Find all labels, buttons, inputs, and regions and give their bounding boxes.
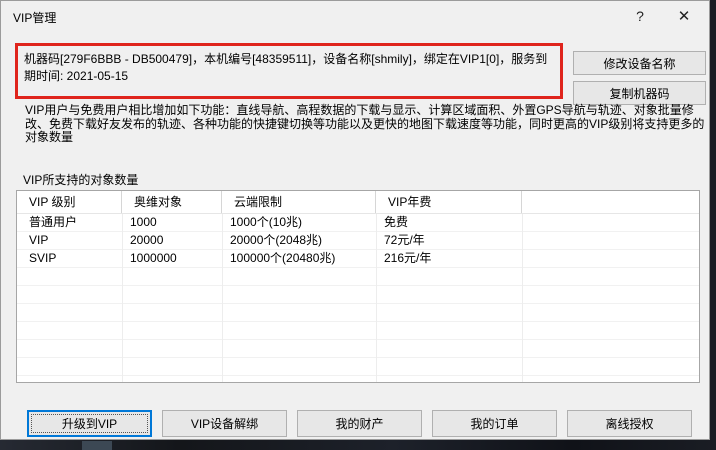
column-header-cloud-limit[interactable]: 云端限制: [222, 191, 376, 213]
cell-cloud: 1000个(10兆): [222, 214, 376, 231]
cell-empty: [522, 214, 699, 231]
vip-levels-table: VIP 级别 奥维对象 云端限制 VIP年费 普通用户 1000 1000个(1…: [16, 190, 700, 383]
cell-fee: 免费: [376, 214, 522, 231]
my-assets-button[interactable]: 我的财产: [297, 410, 422, 437]
vip-management-dialog: VIP管理 ? ✕ 机器码[279F6BBB - DB500479]，本机编号[…: [0, 0, 710, 440]
cell-cloud: 20000个(2048兆): [222, 232, 376, 249]
vip-feature-description: VIP用户与免费用户相比增加如下功能：直线导航、高程数据的下载与显示、计算区域面…: [25, 104, 707, 145]
table-header-row: VIP 级别 奥维对象 云端限制 VIP年费: [17, 191, 699, 214]
table-row-svip[interactable]: SVIP 1000000 100000个(20480兆) 216元/年: [17, 250, 699, 268]
cell-fee: 216元/年: [376, 250, 522, 267]
column-header-ovi-objects[interactable]: 奥维对象: [122, 191, 222, 213]
cell-empty: [522, 250, 699, 267]
table-row-vip[interactable]: VIP 20000 20000个(2048兆) 72元/年: [17, 232, 699, 250]
machine-info-highlight-box: 机器码[279F6BBB - DB500479]，本机编号[48359511]，…: [15, 43, 563, 99]
offline-authorization-button[interactable]: 离线授权: [567, 410, 692, 437]
copy-machine-code-button[interactable]: 复制机器码: [573, 81, 706, 105]
table-gridline: [522, 214, 523, 382]
cell-fee: 72元/年: [376, 232, 522, 249]
help-button[interactable]: ?: [623, 1, 657, 31]
cell-objects: 1000000: [122, 250, 222, 267]
titlebar[interactable]: VIP管理 ? ✕: [1, 1, 709, 31]
upgrade-to-vip-button[interactable]: 升级到VIP: [27, 410, 152, 437]
cell-level: SVIP: [17, 250, 122, 267]
column-header-empty: [522, 191, 699, 213]
background-map-fragment: [82, 441, 112, 450]
table-row-free-user[interactable]: 普通用户 1000 1000个(10兆) 免费: [17, 214, 699, 232]
vip-device-unbind-button[interactable]: VIP设备解绑: [162, 410, 287, 437]
table-empty-area: [17, 268, 699, 382]
table-gridline: [376, 214, 377, 382]
table-gridline: [222, 214, 223, 382]
cell-empty: [522, 232, 699, 249]
cell-level: VIP: [17, 232, 122, 249]
column-header-vip-level[interactable]: VIP 级别: [17, 191, 122, 213]
table-gridline: [122, 214, 123, 382]
cell-objects: 1000: [122, 214, 222, 231]
window-title: VIP管理: [13, 9, 56, 26]
cell-level: 普通用户: [17, 214, 122, 231]
my-orders-button[interactable]: 我的订单: [432, 410, 557, 437]
cell-objects: 20000: [122, 232, 222, 249]
close-button[interactable]: ✕: [667, 1, 701, 31]
desktop-background: VIP管理 ? ✕ 机器码[279F6BBB - DB500479]，本机编号[…: [0, 0, 716, 450]
table-caption: VIP所支持的对象数量: [23, 171, 138, 188]
cell-cloud: 100000个(20480兆): [222, 250, 376, 267]
column-header-annual-fee[interactable]: VIP年费: [376, 191, 522, 213]
machine-info-text: 机器码[279F6BBB - DB500479]，本机编号[48359511]，…: [24, 52, 547, 83]
modify-device-name-button[interactable]: 修改设备名称: [573, 51, 706, 75]
